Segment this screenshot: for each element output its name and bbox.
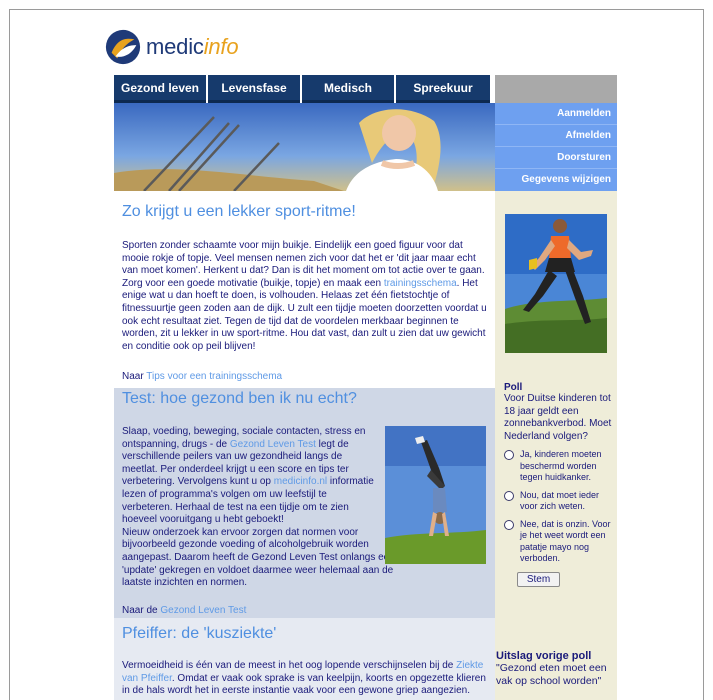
link-afmelden[interactable]: Afmelden [495, 125, 617, 147]
article-pfeiffer: Pfeiffer: de 'kusziekte' Vermoeidheid is… [114, 618, 495, 700]
link-tips-trainingsschema[interactable]: Tips voor een trainingsschema [146, 371, 282, 382]
poll-option-2[interactable]: Nou, dat moet ieder voor zich weten. [504, 490, 614, 513]
previous-poll-heading: Uitslag vorige poll [496, 650, 592, 662]
radio-button[interactable] [504, 490, 514, 501]
link-medicinfo[interactable]: medicinfo.nl [274, 476, 327, 487]
previous-poll-question: "Gezond eten moet een vak op school word… [496, 662, 607, 687]
logo-text-medic: medic [146, 34, 204, 59]
poll-option-3[interactable]: Nee, dat is onzin. Voor je het weet word… [504, 519, 614, 565]
poll-option-label: Nee, dat is onzin. Voor je het weet word… [520, 518, 611, 564]
hero-woman-illustration [114, 103, 495, 191]
nav-tab-medisch[interactable]: Medisch [302, 75, 394, 103]
link-gegevens-wijzigen[interactable]: Gegevens wijzigen [495, 169, 617, 191]
link-aanmelden[interactable]: Aanmelden [495, 103, 617, 125]
poll-heading: Poll [504, 382, 523, 393]
nav-filler [495, 75, 617, 103]
link-doorsturen[interactable]: Doorsturen [495, 147, 617, 169]
article-body: Vermoeidheid is één van de meest in het … [122, 660, 487, 698]
logo-text-info: info [203, 34, 239, 59]
poll-option-1[interactable]: Ja, kinderen moeten beschermd worden teg… [504, 449, 614, 484]
runner-illustration [505, 214, 607, 353]
more-prefix: Naar de [122, 604, 161, 616]
handstand-illustration [385, 426, 486, 564]
poll-option-label: Nou, dat moet ieder voor zich weten. [520, 489, 600, 512]
article-title[interactable]: Pfeiffer: de 'kusziekte' [122, 625, 487, 643]
article-sport-ritme: Zo krijgt u een lekker sport-ritme! Spor… [114, 191, 495, 388]
poll-option-label: Ja, kinderen moeten beschermd worden teg… [520, 449, 602, 482]
article-gezond-test: Test: hoe gezond ben ik nu echt? Slaap, … [114, 388, 495, 618]
article-more: Naar de Gezond Leven Test [122, 605, 487, 616]
previous-poll: Uitslag vorige poll "Gezond eten moet ee… [496, 650, 616, 688]
more-prefix: Naar [122, 371, 147, 383]
article-body: Slaap, voeding, beweging, sociale contac… [122, 426, 380, 527]
hero-image [114, 103, 495, 191]
article-body-text: . Omdat er vaak ook sprake is van keelpi… [122, 672, 486, 697]
vote-button[interactable]: Stem [517, 571, 560, 587]
link-gezond-leven-test-more[interactable]: Gezond Leven Test [160, 605, 246, 616]
poll: Poll Voor Duitse kinderen tot 18 jaar ge… [504, 382, 614, 587]
medicinfo-logo[interactable]: medicinfo [104, 27, 239, 67]
nav-tab-levensfase[interactable]: Levensfase [208, 75, 300, 103]
main-nav: Gezond leven Levensfase Medisch Spreekuu… [114, 75, 495, 103]
article-title[interactable]: Zo krijgt u een lekker sport-ritme! [122, 203, 487, 221]
article-body-2: Nieuw onderzoek kan ervoor zorgen dat no… [122, 526, 395, 589]
poll-question: Voor Duitse kinderen tot 18 jaar geldt e… [504, 393, 612, 442]
radio-button[interactable] [504, 519, 514, 530]
runner-image [505, 214, 607, 353]
handstand-image [385, 426, 486, 564]
link-trainingsschema[interactable]: trainingsschema [384, 278, 457, 289]
article-body-text: Vermoeidheid is één van de meest in het … [122, 660, 457, 671]
nav-tab-spreekuur[interactable]: Spreekuur [396, 75, 490, 103]
link-gezond-leven-test[interactable]: Gezond Leven Test [230, 439, 316, 450]
logo-wordmark: medicinfo [146, 34, 239, 60]
article-more: Naar Tips voor een trainingsschema [122, 371, 487, 382]
account-links: Aanmelden Afmelden Doorsturen Gegevens w… [495, 103, 617, 191]
medicinfo-logo-icon [105, 29, 141, 65]
article-body: Sporten zonder schaamte voor mijn buikje… [122, 240, 487, 353]
article-title[interactable]: Test: hoe gezond ben ik nu echt? [122, 390, 487, 408]
radio-button[interactable] [504, 450, 514, 460]
nav-tab-gezond-leven[interactable]: Gezond leven [114, 75, 206, 103]
